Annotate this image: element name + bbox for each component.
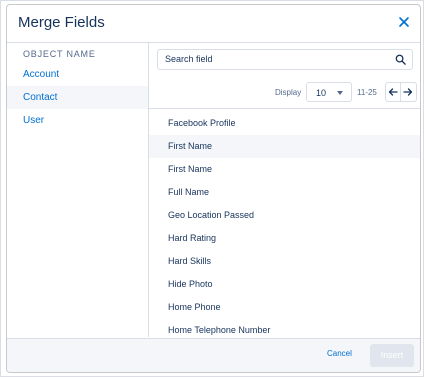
page-size-select[interactable]: 10 [306,82,352,102]
field-item-hard-skills[interactable]: Hard Skills [149,250,420,273]
modal-footer: Cancel Insert [7,338,420,372]
arrow-left-icon [388,88,398,96]
page-range: 11-25 [357,88,377,97]
display-label: Display [275,88,302,97]
field-item-first-name-2[interactable]: First Name [149,158,420,181]
field-item-facebook-profile[interactable]: Facebook Profile [149,112,420,135]
page-size-value: 10 [316,88,327,98]
insert-button[interactable]: Insert [370,344,414,367]
field-list-panel: Search field Display 10 11-25 Facebook P… [149,43,420,337]
close-icon[interactable] [396,14,412,30]
prev-page-button[interactable] [385,82,401,102]
search-input[interactable]: Search field [157,49,413,70]
object-item-account[interactable]: Account [7,63,148,86]
modal-header: Merge Fields [7,5,420,43]
list-divider [149,108,420,109]
field-item-first-name[interactable]: First Name [149,135,420,158]
modal-title: Merge Fields [18,14,105,31]
chevron-down-icon [337,91,343,95]
field-item-hide-photo[interactable]: Hide Photo [149,273,420,296]
next-page-button[interactable] [401,82,417,102]
search-icon[interactable] [395,54,406,65]
object-list-panel: OBJECT NAME Account Contact User [7,43,149,337]
field-item-geo-location-passed[interactable]: Geo Location Passed [149,204,420,227]
cancel-button[interactable]: Cancel [327,349,352,358]
arrow-right-icon [403,88,413,96]
field-item-home-phone[interactable]: Home Phone [149,296,420,319]
merge-fields-modal: Merge Fields OBJECT NAME Account Contact… [6,4,421,373]
field-item-full-name[interactable]: Full Name [149,181,420,204]
object-name-header: OBJECT NAME [23,49,96,59]
search-placeholder: Search field [165,54,213,64]
field-item-hard-rating[interactable]: Hard Rating [149,227,420,250]
object-item-user[interactable]: User [7,109,148,132]
object-item-contact[interactable]: Contact [7,86,148,109]
